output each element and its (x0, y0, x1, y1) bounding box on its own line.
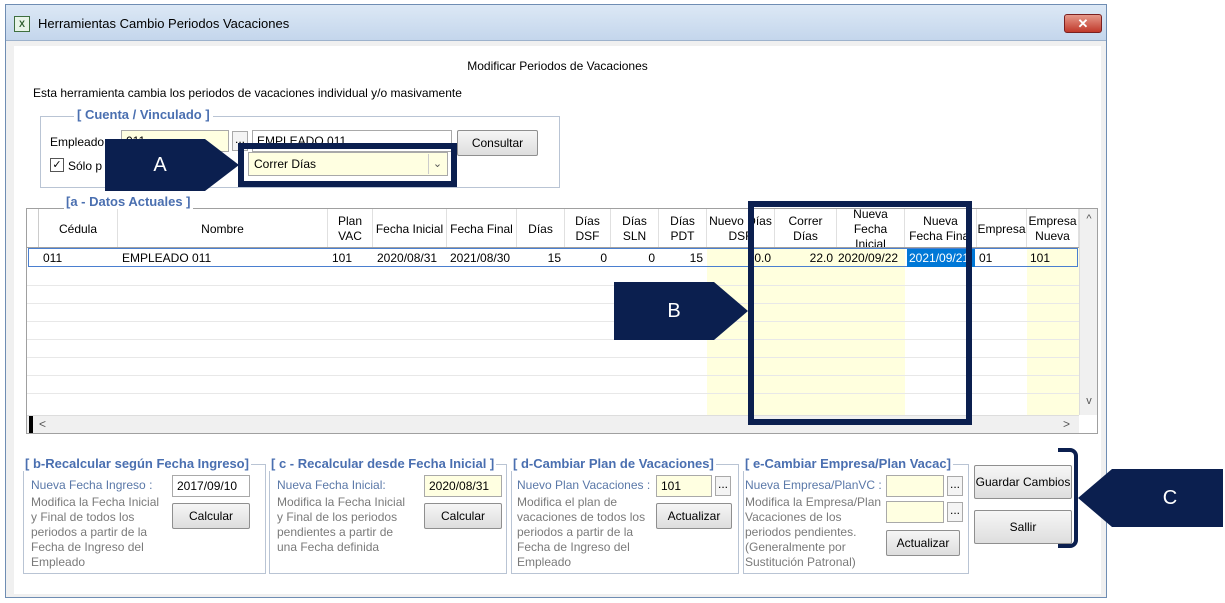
nuevo-planvc-field[interactable] (886, 501, 944, 523)
panel-c-desc-1: Modifica la Fecha Inicial (277, 495, 406, 509)
panel-c-legend: [ c - Recalcular desde Fecha Inicial ] (269, 456, 497, 471)
cell-dias[interactable]: 15 (517, 249, 561, 267)
panel-b-desc-5: Empleado (31, 555, 86, 569)
panel-e-desc-2: Vacaciones de los (745, 510, 842, 524)
panel-e-desc-1: Modifica la Empresa/Plan (745, 495, 882, 509)
scroll-down-icon[interactable]: v (1081, 395, 1097, 407)
page-description: Esta herramienta cambia los periodos de … (33, 86, 462, 100)
panel-b-desc-1: Modifica la Fecha Inicial (31, 495, 160, 509)
cell-dias-sln[interactable]: 0 (611, 249, 655, 267)
panel-e-legend: [ e-Cambiar Empresa/Plan Vacac] (743, 456, 953, 471)
panel-c-label: Nueva Fecha Inicial: (277, 478, 386, 492)
panel-e-desc-3: periodos pendientes. (745, 525, 857, 539)
window-title: Herramientas Cambio Periodos Vacaciones (38, 16, 290, 31)
cell-fecha-final[interactable]: 2021/08/30 (450, 249, 516, 267)
col-dias-sln[interactable]: Días SLN (611, 209, 659, 247)
scroll-up-icon[interactable]: ^ (1081, 213, 1097, 225)
panel-b-desc-4: Fecha de Ingreso del (31, 540, 144, 554)
panel-b-desc-2: y Final de todos los (31, 510, 135, 524)
panel-b-desc-3: periodos a partir de la (31, 525, 148, 539)
consultar-button[interactable]: Consultar (457, 130, 538, 156)
col-cedula[interactable]: Cédula (39, 209, 118, 247)
cuenta-legend: [ Cuenta / Vinculado ] (74, 107, 213, 122)
scroll-left-icon[interactable]: < (39, 417, 46, 431)
empresa-lookup-button[interactable]: ... (947, 476, 963, 496)
callout-c-bracket (1058, 448, 1078, 548)
col-nombre[interactable]: Nombre (118, 209, 328, 247)
panel-c-desc-4: una Fecha definida (277, 540, 380, 554)
cell-dias-dsf[interactable]: 0 (565, 249, 607, 267)
planvc-lookup-button[interactable]: ... (947, 502, 963, 522)
title-bar: X Herramientas Cambio Periodos Vacacione… (6, 5, 1106, 41)
close-button[interactable]: ✕ (1064, 14, 1102, 33)
solo-checkbox[interactable]: ✓ (50, 158, 64, 172)
scroll-position-marker (29, 416, 33, 433)
page-title: Modificar Periodos de Vacaciones (467, 59, 648, 73)
cell-dias-pdt[interactable]: 15 (659, 249, 703, 267)
chevron-down-icon[interactable]: ⌄ (428, 154, 446, 174)
panel-d-desc-2: vacaciones de todos los (517, 510, 646, 524)
cell-empresa[interactable]: 01 (979, 249, 1025, 267)
panel-d-actualizar-button[interactable]: Actualizar (656, 503, 732, 529)
cell-cedula[interactable]: 011 (43, 249, 117, 267)
panel-b-legend: [ b-Recalcular según Fecha Ingreso] (23, 456, 251, 471)
cell-empresa-nueva[interactable]: 101 (1030, 249, 1076, 267)
datos-actuales-legend: [a - Datos Actuales ] (64, 194, 193, 209)
col-empresa[interactable]: Empresa (977, 209, 1027, 247)
panel-e-label: Nueva Empresa/PlanVC : (745, 478, 882, 492)
panel-d-desc-3: periodos a partir de la (517, 525, 634, 539)
panel-b-calcular-button[interactable]: Calcular (172, 503, 250, 529)
solo-label: Sólo p (68, 159, 103, 173)
panel-d-label: Nuevo Plan Vacaciones : (517, 478, 651, 492)
panel-d-desc-4: Fecha de Ingreso del (517, 540, 630, 554)
nueva-fecha-ingreso-field[interactable]: 2017/09/10 (172, 475, 250, 497)
panel-b-label: Nueva Fecha Ingreso : (31, 478, 153, 492)
callout-b-label: B (667, 300, 681, 322)
col-plan-vac[interactable]: Plan VAC (328, 209, 373, 247)
col-dias-dsf[interactable]: Días DSF (565, 209, 611, 247)
col-fecha-final[interactable]: Fecha Final (447, 209, 517, 247)
plan-lookup-button[interactable]: ... (715, 476, 731, 496)
panel-e-actualizar-button[interactable]: Actualizar (886, 530, 960, 556)
mode-dropdown[interactable]: Correr Días (248, 152, 448, 176)
panel-c-desc-3: pendientes a partir de (277, 525, 394, 539)
callout-c-label: C (1162, 487, 1178, 509)
callout-a-label: A (153, 154, 167, 176)
vertical-scrollbar[interactable] (1079, 209, 1097, 415)
cell-nombre[interactable]: EMPLEADO 011 (122, 249, 326, 267)
empleado-label: Empleado (50, 135, 105, 149)
cell-plan-vac[interactable]: 101 (332, 249, 372, 267)
col-dias-pdt[interactable]: Días PDT (659, 209, 707, 247)
nuevo-plan-field[interactable]: 101 (656, 475, 712, 497)
callout-b-frame (748, 201, 972, 425)
panel-d-desc-1: Modifica el plan de (517, 495, 618, 509)
panel-d-desc-5: Empleado (517, 555, 572, 569)
spreadsheet-app-icon: X (14, 16, 30, 32)
row-header-cell (27, 209, 39, 247)
nueva-fecha-inicial-field[interactable]: 2020/08/31 (424, 475, 502, 497)
panel-e-desc-4: (Generalmente por (745, 540, 846, 554)
scroll-right-icon[interactable]: > (1063, 417, 1070, 431)
col-fecha-inicial[interactable]: Fecha Inicial (373, 209, 447, 247)
nueva-empresa-field[interactable] (886, 475, 944, 497)
col-empresa-nueva[interactable]: Empresa Nueva (1027, 209, 1079, 247)
col-dias[interactable]: Días (517, 209, 565, 247)
panel-e-desc-5: Sustitución Patronal) (745, 555, 856, 569)
cell-fecha-inicial[interactable]: 2020/08/31 (377, 249, 447, 267)
panel-c-calcular-button[interactable]: Calcular (424, 503, 502, 529)
panel-c-desc-2: y Final de los periodos (277, 510, 398, 524)
panel-d-legend: [ d-Cambiar Plan de Vacaciones] (511, 456, 716, 471)
